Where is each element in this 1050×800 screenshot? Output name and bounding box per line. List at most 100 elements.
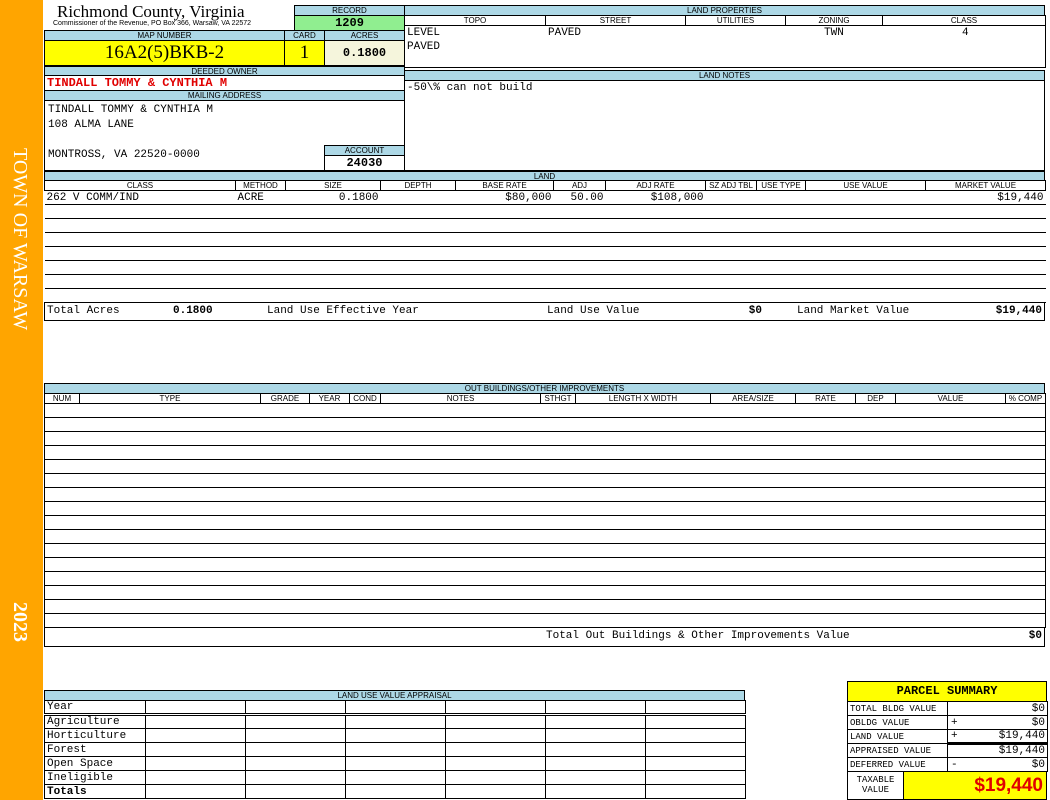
- outbuildings-col-header: COND: [349, 393, 381, 404]
- land-cell: [756, 204, 806, 219]
- land-col-header: MARKET VALUE: [925, 180, 1046, 191]
- outbuilding-cell: [44, 459, 1046, 474]
- land-use-totals-row-label: Totals: [44, 784, 146, 799]
- land-cell: [44, 246, 236, 261]
- address-line: TINDALL TOMMY & CYNTHIA M: [48, 104, 214, 116]
- land-use-cell: [445, 714, 546, 729]
- outbuildings-col-header: DEP: [855, 393, 896, 404]
- land-use-cell: [445, 742, 546, 757]
- outbuildings-col-header: % COMP: [1005, 393, 1046, 404]
- outbuildings-col-header: TYPE: [79, 393, 261, 404]
- summary-label: LAND VALUE: [847, 729, 948, 744]
- account-number: 24030: [324, 155, 405, 171]
- street-value: PAVED: [548, 27, 582, 39]
- land-use-cell: [245, 756, 346, 771]
- land-cell: [925, 218, 1046, 233]
- outbuilding-row: [44, 585, 1046, 600]
- outbuilding-cell: [44, 515, 1046, 530]
- land-col-header: ADJ: [553, 180, 606, 191]
- parcel-summary-title: PARCEL SUMMARY: [847, 681, 1047, 702]
- outbuildings-total-value: $0: [1028, 630, 1042, 642]
- card-number: 1: [284, 40, 325, 66]
- land-cell: [705, 274, 757, 289]
- topo-value: LEVEL: [407, 27, 441, 39]
- land-use-cell: [245, 770, 346, 785]
- land-use-cell: [145, 784, 246, 799]
- land-use-totals-row: Totals: [44, 784, 746, 799]
- land-use-cell: [345, 770, 446, 785]
- land-cell: [756, 260, 806, 275]
- land-use-cell: [245, 742, 346, 757]
- summary-value-cell: - $0: [947, 757, 1048, 772]
- land-use-cell: [345, 756, 446, 771]
- land-col-header: ADJ RATE: [605, 180, 706, 191]
- land-use-cell: [545, 784, 646, 799]
- land-cell: [925, 274, 1046, 289]
- outbuilding-cell: [44, 445, 1046, 460]
- outbuilding-cell: [44, 473, 1046, 488]
- land-cell: [455, 204, 554, 219]
- land-cell: [925, 260, 1046, 275]
- land-col-header: USE VALUE: [805, 180, 926, 191]
- land-cell: [285, 204, 381, 219]
- land-use-row: Agriculture: [44, 714, 746, 729]
- land-col-header: DEPTH: [380, 180, 456, 191]
- land-use-row: Ineligible: [44, 770, 746, 785]
- land-cell: [756, 274, 806, 289]
- land-cell: [805, 204, 926, 219]
- outbuilding-cell: [44, 501, 1046, 516]
- land-col-header: CLASS: [44, 180, 236, 191]
- outbuilding-row: [44, 459, 1046, 474]
- land-cell: [380, 260, 456, 275]
- land-cell: [455, 246, 554, 261]
- land-row: [44, 204, 1046, 219]
- land-cell: [805, 246, 926, 261]
- land-use-value-label: Land Use Value: [547, 305, 640, 317]
- land-use-cell: [145, 700, 246, 715]
- land-cell: [553, 246, 606, 261]
- class-value: 4: [962, 27, 969, 39]
- parcel-summary-table: TOTAL BLDG VALUE $0 OBLDG VALUE + $0 LAND VAL…: [847, 701, 1048, 772]
- total-acres-label: Total Acres: [47, 305, 120, 317]
- land-use-cell: [645, 714, 746, 729]
- parcel-summary-row: OBLDG VALUE + $0: [847, 715, 1048, 730]
- land-use-cell: [445, 756, 546, 771]
- land-cell: [605, 274, 706, 289]
- land-use-cell: [345, 742, 446, 757]
- land-cell: [380, 246, 456, 261]
- land-cell: [235, 204, 286, 219]
- land-cell: $80,000: [455, 190, 554, 205]
- land-notes: -50\% can not build: [404, 80, 1045, 171]
- taxable-value: $19,440: [903, 771, 1047, 800]
- summary-label: TOTAL BLDG VALUE: [847, 701, 948, 716]
- outbuilding-cell: [44, 417, 1046, 432]
- land-cell: [235, 218, 286, 233]
- outbuilding-cell: [44, 613, 1046, 628]
- land-use-cell: [245, 728, 346, 743]
- outbuildings-total: Total Out Buildings & Other Improvements…: [44, 627, 1045, 647]
- land-use-cell: [145, 756, 246, 771]
- land-cell: [455, 218, 554, 233]
- land-use-cell: [345, 700, 446, 715]
- col-class: CLASS: [882, 15, 1046, 26]
- land-cell: [705, 190, 757, 205]
- summary-label: OBLDG VALUE: [847, 715, 948, 730]
- outbuilding-row: [44, 445, 1046, 460]
- outbuilding-cell: [44, 599, 1046, 614]
- summary-value: $0: [1031, 758, 1045, 771]
- land-cell: [553, 274, 606, 289]
- land-cell: 262 V COMM/IND: [44, 190, 236, 205]
- land-use-cell: [645, 700, 746, 715]
- land-cell: [235, 274, 286, 289]
- land-cell: [805, 274, 926, 289]
- col-street: STREET: [545, 15, 686, 26]
- land-col-header: SIZE: [285, 180, 381, 191]
- land-use-cell: [345, 714, 446, 729]
- land-cell: [705, 232, 757, 247]
- parcel-summary-row: APPRAISED VALUE $19,440: [847, 743, 1048, 758]
- land-use-cell: [245, 700, 346, 715]
- record-value: 1209: [294, 15, 405, 31]
- land-use-cell: [645, 784, 746, 799]
- county-title: Richmond County, Virginia: [57, 2, 245, 21]
- land-use-cell: [145, 770, 246, 785]
